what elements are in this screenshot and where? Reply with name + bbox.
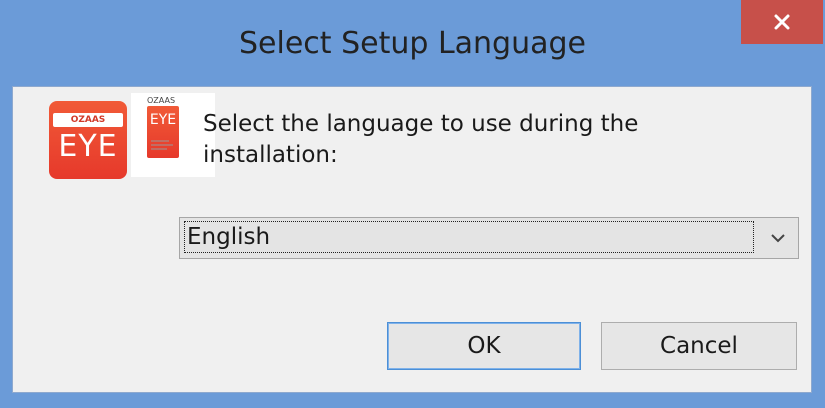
chevron-down-icon[interactable] xyxy=(766,228,790,248)
language-prompt: Select the language to use during the in… xyxy=(203,111,639,168)
logo-fine-print xyxy=(151,140,173,150)
app-icon-name: EYE xyxy=(58,129,118,164)
window-title: Select Setup Language xyxy=(239,26,586,61)
title-bar[interactable]: Select Setup Language xyxy=(0,0,825,90)
setup-language-dialog: Select Setup Language OZAAS EYE OZAAS EY… xyxy=(0,0,825,408)
close-button[interactable] xyxy=(741,0,823,44)
language-select[interactable]: English xyxy=(179,217,799,259)
language-select-value[interactable]: English xyxy=(184,221,754,253)
ok-button[interactable]: OK xyxy=(387,322,581,370)
app-icon: OZAAS EYE xyxy=(49,101,127,179)
logo-brand: OZAAS xyxy=(147,96,176,105)
close-icon xyxy=(773,13,791,31)
dialog-client-area: OZAAS EYE OZAAS EYE Select the language … xyxy=(12,86,812,393)
logo-name: EYE xyxy=(149,112,177,128)
app-icon-brand: OZAAS xyxy=(70,115,106,125)
cancel-button[interactable]: Cancel xyxy=(601,322,797,370)
